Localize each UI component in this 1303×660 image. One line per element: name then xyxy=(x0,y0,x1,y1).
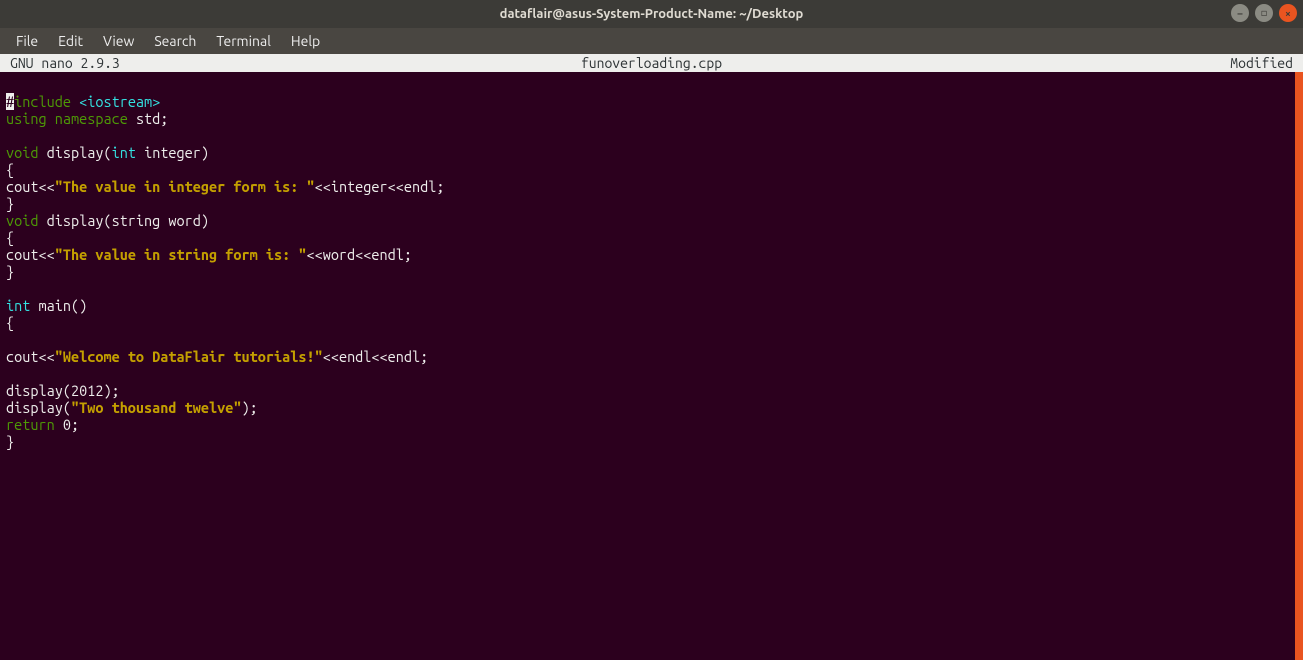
menubar: File Edit View Search Terminal Help xyxy=(0,28,1303,54)
code-line xyxy=(6,365,1297,382)
code-line: display(2012); xyxy=(6,382,1297,399)
menu-search[interactable]: Search xyxy=(146,31,204,51)
code-line: { xyxy=(6,161,1297,178)
scrollbar[interactable] xyxy=(1295,72,1303,660)
code-line xyxy=(6,127,1297,144)
nano-modified: Modified xyxy=(1230,55,1293,71)
code-line: cout<<"The value in string form is: "<<w… xyxy=(6,246,1297,263)
code-line xyxy=(6,76,1297,93)
code-line: using namespace std; xyxy=(6,110,1297,127)
menu-terminal[interactable]: Terminal xyxy=(208,31,279,51)
code-line: void display(string word) xyxy=(6,212,1297,229)
code-line: display("Two thousand twelve"); xyxy=(6,399,1297,416)
code-line: { xyxy=(6,314,1297,331)
code-line xyxy=(6,331,1297,348)
code-line: cout<<"The value in integer form is: "<<… xyxy=(6,178,1297,195)
menu-help[interactable]: Help xyxy=(283,31,328,51)
menu-file[interactable]: File xyxy=(8,31,46,51)
titlebar: dataflair@asus-System-Product-Name: ~/De… xyxy=(0,0,1303,28)
code-line: } xyxy=(6,195,1297,212)
window-title: dataflair@asus-System-Product-Name: ~/De… xyxy=(0,7,1303,21)
code-line: #include <iostream> xyxy=(6,93,1297,110)
code-line: } xyxy=(6,433,1297,450)
code-line: { xyxy=(6,229,1297,246)
minimize-icon[interactable]: – xyxy=(1231,4,1249,22)
code-line: cout<<"Welcome to DataFlair tutorials!"<… xyxy=(6,348,1297,365)
editor-area[interactable]: #include <iostream> using namespace std;… xyxy=(0,72,1303,660)
code-line: void display(int integer) xyxy=(6,144,1297,161)
menu-view[interactable]: View xyxy=(95,31,142,51)
code-line: int main() xyxy=(6,297,1297,314)
code-line: return 0; xyxy=(6,416,1297,433)
maximize-icon[interactable]: ▫ xyxy=(1255,4,1273,22)
nano-filename: funoverloading.cpp xyxy=(0,55,1303,71)
code-line: } xyxy=(6,263,1297,280)
window-controls: – ▫ × xyxy=(1231,4,1297,22)
cursor: # xyxy=(6,93,14,110)
nano-statusbar: GNU nano 2.9.3 funoverloading.cpp Modifi… xyxy=(0,54,1303,72)
code-line xyxy=(6,280,1297,297)
close-icon[interactable]: × xyxy=(1279,4,1297,22)
menu-edit[interactable]: Edit xyxy=(50,31,91,51)
